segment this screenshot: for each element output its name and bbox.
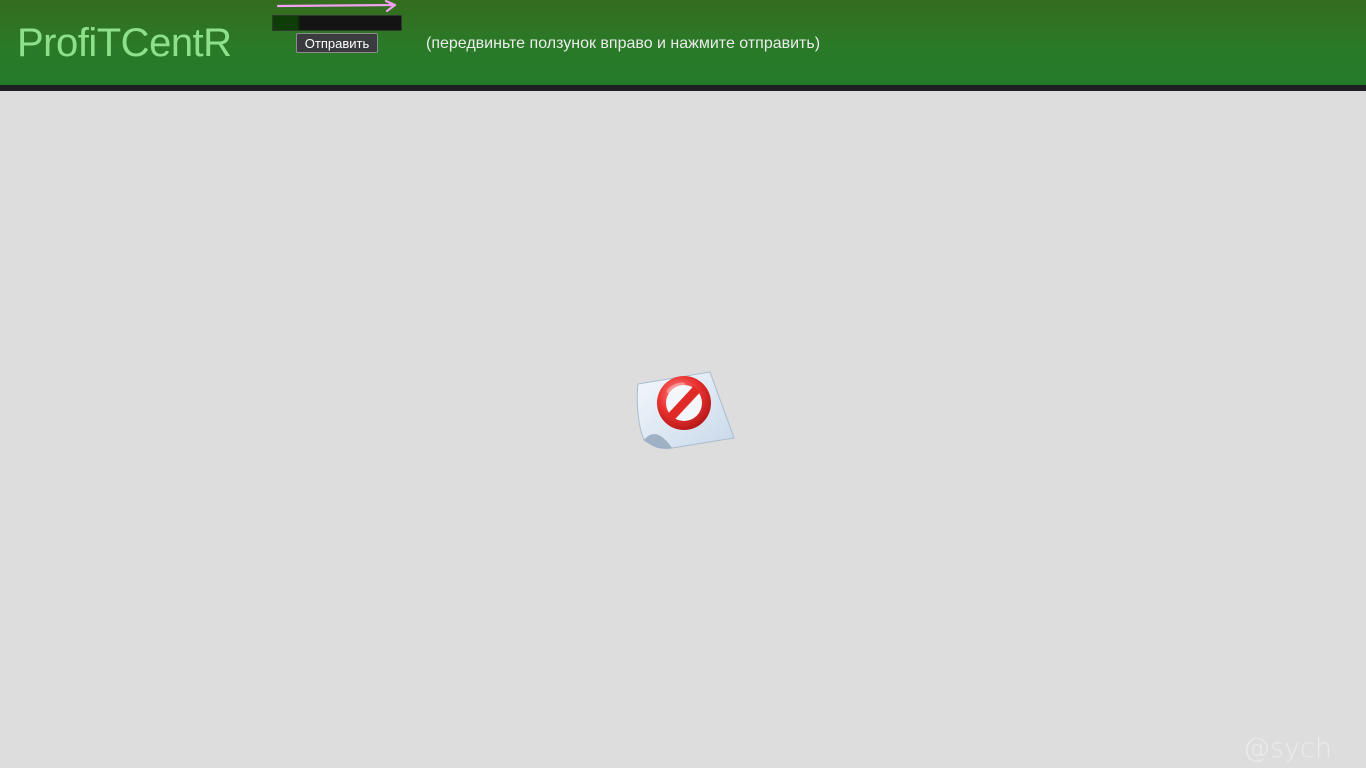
slider-instruction-text: (передвиньте ползунок вправо и нажмите о…: [426, 35, 821, 52]
header-divider: [0, 85, 1366, 91]
watermark-text: @sych: [1242, 733, 1332, 764]
arrow-right-icon: [276, 0, 397, 13]
verification-slider[interactable]: [272, 15, 402, 31]
site-header: ProfiTCentR Отправить (передвиньте ползу…: [0, 0, 1366, 85]
slider-fill: [273, 16, 300, 30]
blocked-content-icon: [636, 371, 735, 449]
submit-button[interactable]: Отправить: [296, 33, 378, 53]
slider-thumb[interactable]: [297, 16, 300, 30]
site-logo[interactable]: ProfiTCentR: [17, 20, 232, 66]
